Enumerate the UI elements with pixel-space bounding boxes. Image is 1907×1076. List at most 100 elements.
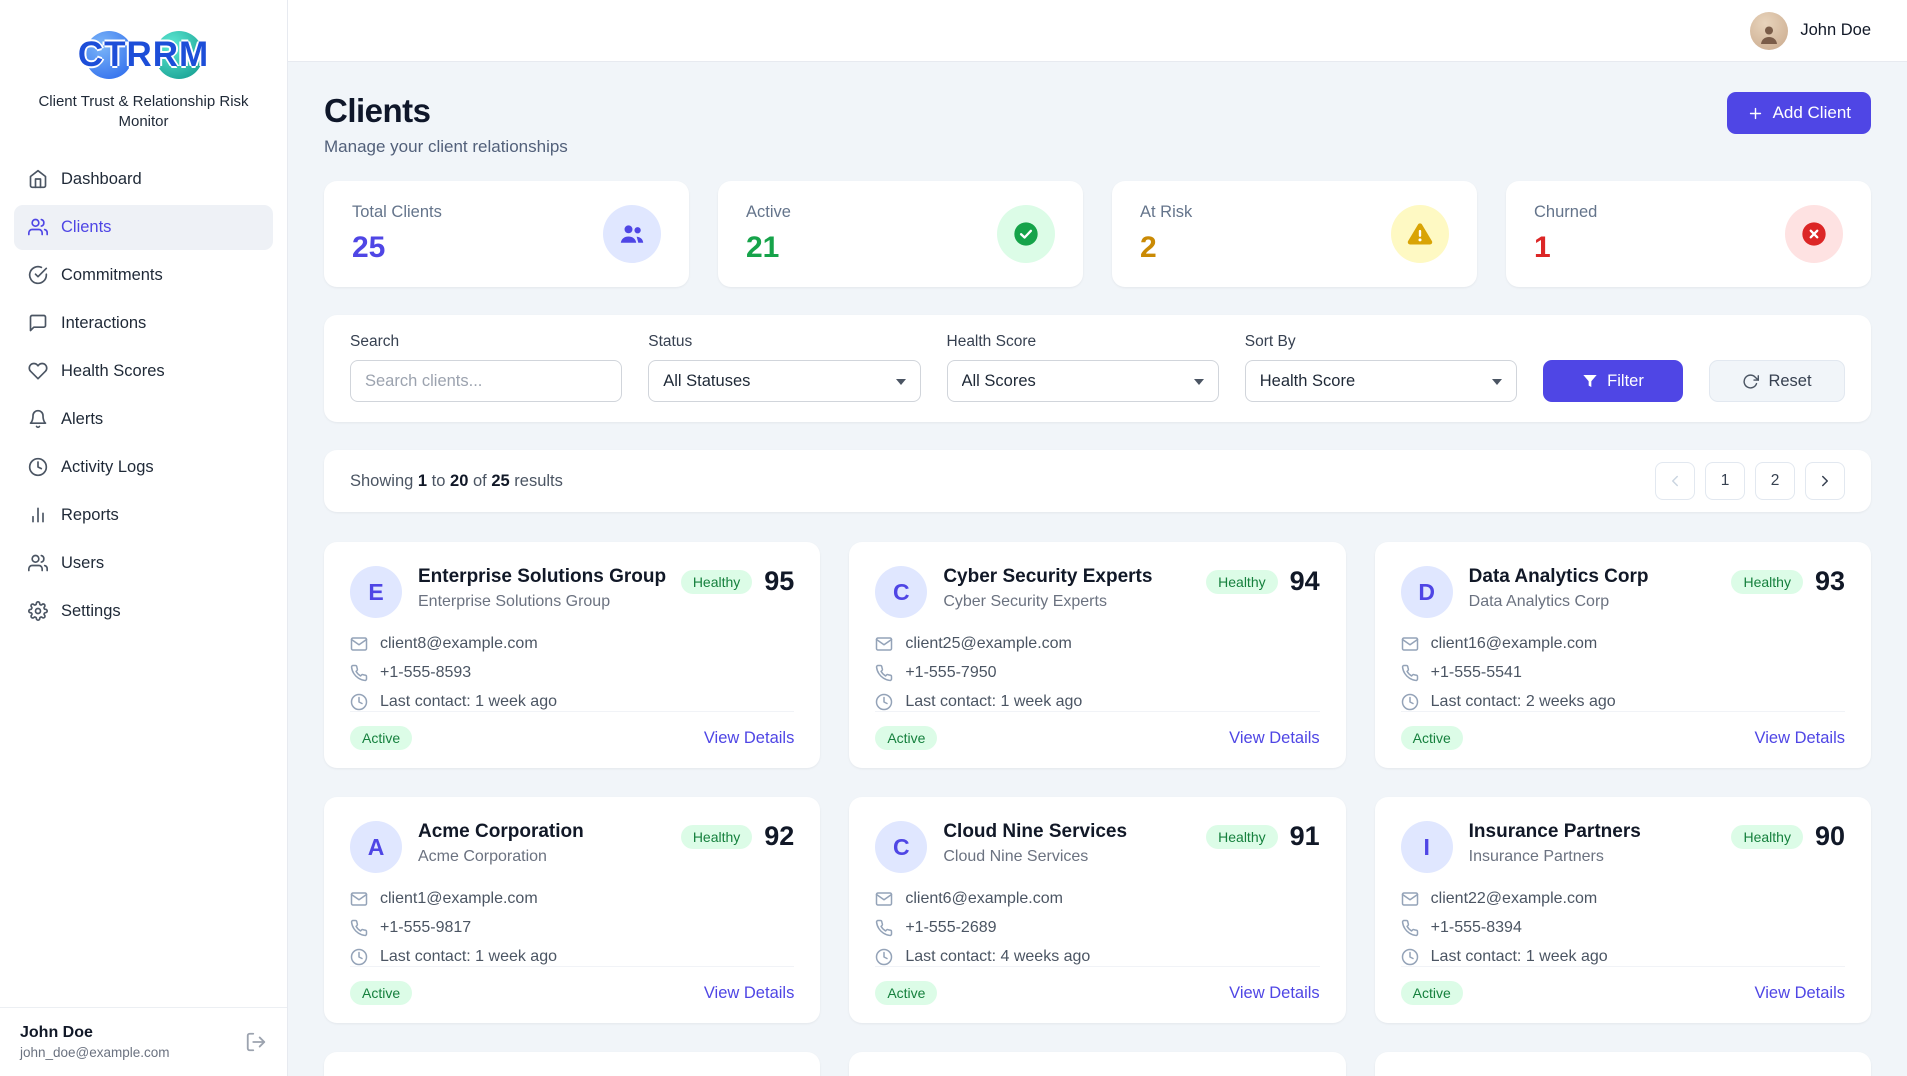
sidebar-item-label: Commitments <box>61 265 163 284</box>
clock-icon <box>875 693 893 711</box>
sidebar-item-commitments[interactable]: Commitments <box>14 253 273 298</box>
view-details-link[interactable]: View Details <box>704 729 794 748</box>
stat-value: 21 <box>746 231 780 264</box>
health-select-wrap: All Scores <box>946 360 1219 402</box>
stat-value: 1 <box>1534 231 1551 264</box>
stat-value: 25 <box>352 231 386 264</box>
client-card-footer: Active View Details <box>1400 711 1845 750</box>
phone-icon <box>1401 919 1419 937</box>
search-label: Search <box>350 333 400 350</box>
sort-select-wrap: Health Score <box>1244 360 1517 402</box>
check-circle-icon <box>28 265 48 285</box>
stat-card-churned: Churned 1 <box>1506 181 1871 287</box>
search-field: Search <box>350 333 623 402</box>
sidebar-item-reports[interactable]: Reports <box>14 493 273 538</box>
client-card: D Data Analytics Corp Data Analytics Cor… <box>1374 542 1871 768</box>
health-score: 90 <box>1814 821 1845 851</box>
warning-triangle-icon <box>1391 205 1449 263</box>
health-badge: Healthy <box>680 824 753 849</box>
pagination-page-1[interactable]: 1 <box>1705 462 1745 500</box>
sidebar-item-label: Interactions <box>61 313 147 332</box>
envelope-icon <box>1401 890 1419 908</box>
reset-button[interactable]: Reset <box>1709 360 1845 402</box>
client-card-header: I Insurance Partners Insurance Partners … <box>1400 821 1845 873</box>
pagination-prev-button[interactable] <box>1655 462 1695 500</box>
sidebar-item-health-scores[interactable]: Health Scores <box>14 349 273 394</box>
sidebar-item-label: Settings <box>61 601 121 620</box>
clock-icon <box>28 457 48 477</box>
health-score: 95 <box>764 566 795 596</box>
clock-icon <box>875 948 893 966</box>
sidebar-item-clients[interactable]: Clients <box>14 204 273 250</box>
sidebar-item-activity-logs[interactable]: Activity Logs <box>14 445 273 490</box>
user-avatar[interactable] <box>1750 11 1789 50</box>
sidebar-item-label: Clients <box>61 217 112 236</box>
pagination-next-button[interactable] <box>1805 462 1845 500</box>
view-details-link[interactable]: View Details <box>1755 984 1845 1003</box>
client-avatar: A <box>350 821 402 873</box>
envelope-icon <box>875 890 893 908</box>
sidebar-item-settings[interactable]: Settings <box>14 589 273 634</box>
view-details-link[interactable]: View Details <box>704 984 794 1003</box>
add-client-button[interactable]: Add Client <box>1726 92 1871 134</box>
client-card-header: D Data Analytics Corp Data Analytics Cor… <box>1400 566 1845 618</box>
client-avatar: C <box>875 821 928 873</box>
client-name: Cyber Security Experts <box>943 566 1153 587</box>
view-details-link[interactable]: View Details <box>1229 984 1319 1003</box>
client-name: Acme Corporation <box>418 821 584 842</box>
client-name: Enterprise Solutions Group <box>418 566 667 587</box>
health-badge: Healthy <box>1206 569 1278 594</box>
sidebar: CTRRM Client Trust & Relationship Risk M… <box>0 0 288 1076</box>
health-score-field: Health Score All Scores <box>946 333 1219 402</box>
client-last-contact: Last contact: 2 weeks ago <box>1430 693 1616 710</box>
topbar: John Doe <box>288 0 1907 62</box>
client-phone: +1-555-9817 <box>380 919 472 936</box>
status-select-wrap: All Statuses <box>648 360 921 402</box>
clock-icon <box>350 693 368 711</box>
sort-by-select[interactable]: Health Score <box>1244 360 1517 402</box>
client-last-contact: Last contact: 1 week ago <box>1430 948 1608 965</box>
status-badge: Active <box>875 726 938 750</box>
pagination-page-2[interactable]: 2 <box>1755 462 1795 500</box>
client-phone: +1-555-5541 <box>1430 664 1522 681</box>
bell-icon <box>28 409 48 429</box>
sidebar-item-dashboard[interactable]: Dashboard <box>14 157 273 202</box>
sidebar-item-users[interactable]: Users <box>14 541 273 586</box>
filter-button-label: Filter <box>1607 371 1644 390</box>
search-input[interactable] <box>350 360 623 402</box>
status-select[interactable]: All Statuses <box>648 360 921 402</box>
client-last-contact: Last contact: 4 weeks ago <box>905 948 1091 965</box>
client-card-footer: Active View Details <box>875 966 1320 1005</box>
page-content: Clients Manage your client relationships… <box>288 62 1907 1076</box>
client-card: C Cyber Security Experts Cyber Security … <box>849 542 1346 768</box>
stat-value: 2 <box>1140 231 1157 264</box>
filter-button[interactable]: Filter <box>1543 360 1683 402</box>
sidebar-user-email: john_doe@example.com <box>20 1045 170 1060</box>
health-badge: Healthy <box>1206 824 1278 849</box>
client-last-contact: Last contact: 1 week ago <box>905 693 1083 710</box>
app-subtitle: Client Trust & Relationship Risk Monitor <box>38 93 249 131</box>
contact-list: client1@example.com +1-555-9817 Last con… <box>350 890 794 966</box>
sort-by-field: Sort By Health Score <box>1244 333 1517 402</box>
client-last-contact: Last contact: 1 week ago <box>380 948 557 965</box>
clock-icon <box>350 948 368 966</box>
active-check-icon <box>997 205 1055 263</box>
view-details-link[interactable]: View Details <box>1755 729 1845 748</box>
envelope-icon <box>875 635 893 653</box>
envelope-icon <box>350 635 368 653</box>
logout-icon[interactable] <box>245 1031 267 1053</box>
health-badge: Healthy <box>680 569 753 594</box>
filter-bar: Search Status All Statuses Health Score … <box>324 315 1871 422</box>
health-score-select[interactable]: All Scores <box>946 360 1219 402</box>
sidebar-item-alerts[interactable]: Alerts <box>14 397 273 442</box>
envelope-icon <box>350 890 368 908</box>
sidebar-item-interactions[interactable]: Interactions <box>14 301 273 346</box>
users-icon <box>28 217 48 237</box>
client-email: client25@example.com <box>905 635 1072 652</box>
view-details-link[interactable]: View Details <box>1229 729 1319 748</box>
person-icon <box>1757 22 1781 46</box>
home-icon <box>28 169 48 189</box>
client-phone: +1-555-7950 <box>905 664 997 681</box>
client-email: client22@example.com <box>1430 890 1598 907</box>
client-card-footer: Active View Details <box>1400 966 1845 1005</box>
